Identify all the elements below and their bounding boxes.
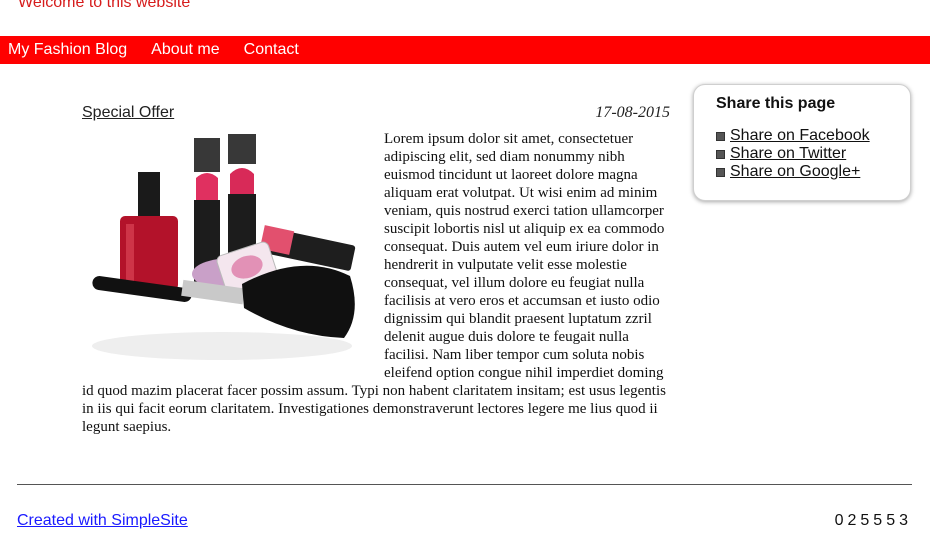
nav-item-my-fashion-blog[interactable]: My Fashion Blog — [8, 41, 127, 59]
post-image — [82, 124, 362, 374]
visitor-counter: 025553 — [834, 512, 912, 529]
blog-post: Special Offer 17-08-2015 Lorem ipsum dol… — [82, 100, 670, 436]
google-plus-icon — [716, 167, 725, 177]
share-twitter-link[interactable]: Share on Twitter — [730, 145, 846, 163]
nav-item-about-me[interactable]: About me — [151, 41, 219, 59]
twitter-icon — [716, 149, 725, 159]
share-panel-title: Share this page — [716, 95, 836, 112]
post-date: 17-08-2015 — [595, 104, 670, 121]
welcome-text: Welcome to this website — [18, 0, 191, 11]
share-facebook-item: Share on Facebook — [716, 127, 910, 145]
nav-item-contact[interactable]: Contact — [244, 41, 299, 59]
share-facebook-link[interactable]: Share on Facebook — [730, 127, 870, 145]
share-panel: Share this page Share on Facebook Share … — [693, 84, 911, 201]
post-title-link[interactable]: Special Offer — [82, 104, 174, 122]
share-twitter-item: Share on Twitter — [716, 145, 910, 163]
created-with-simplesite-link[interactable]: Created with SimpleSite — [17, 512, 188, 530]
share-google-plus-link[interactable]: Share on Google+ — [730, 163, 860, 181]
share-google-plus-item: Share on Google+ — [716, 163, 910, 181]
top-navigation: My Fashion Blog About me Contact — [0, 36, 930, 64]
footer-divider — [17, 484, 912, 485]
facebook-icon — [716, 131, 725, 141]
